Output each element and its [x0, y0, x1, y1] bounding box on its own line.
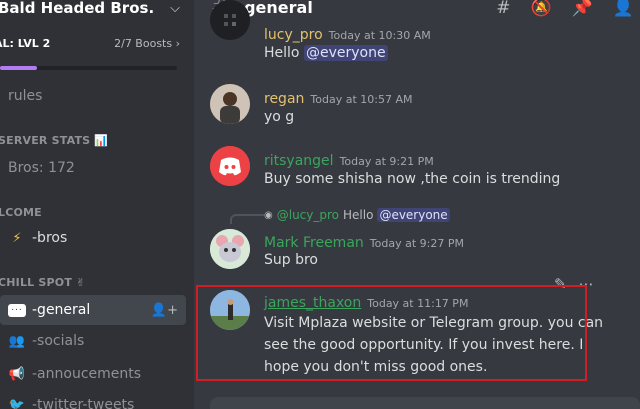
avatar[interactable] [210, 146, 250, 186]
channel-announcements[interactable]: 📢 -annoucements [8, 366, 141, 382]
mention-everyone[interactable]: @everyone [303, 45, 388, 61]
chevron-down-icon[interactable]: ⌵ [170, 1, 180, 16]
channel-general[interactable]: ... -general 👤+ [0, 295, 186, 325]
message-item[interactable]: ◉ @lucy_pro Hello @everyone Mark Freeman… [194, 206, 640, 276]
timestamp: Today at 10:30 AM [328, 29, 431, 42]
reply-avatar-icon: ◉ [264, 209, 273, 221]
author-name[interactable]: lucy_pro [264, 27, 323, 43]
members-icon[interactable]: 👤 [613, 0, 634, 18]
server-header[interactable]: Bald Headed Bros. ⌵ [0, 0, 194, 19]
channel-label: rules [8, 88, 43, 104]
channel-twitter-tweets[interactable]: 🐦 -twitter-tweets [8, 397, 134, 409]
author-name[interactable]: regan [264, 91, 304, 107]
message-content: Hello @everyone [264, 42, 388, 64]
highlight-box [196, 285, 587, 381]
reply-mention[interactable]: @everyone [377, 208, 450, 222]
channel-socials[interactable]: 👥 -socials [8, 333, 84, 349]
category-chill-spot[interactable]: CHILL SPOT ✌ [0, 276, 86, 289]
boost-level: AL: LVL 2 [0, 37, 51, 50]
reply-connector [230, 214, 264, 224]
pin-icon[interactable]: 📌 [572, 0, 593, 18]
speech-bubble-icon: ... [8, 303, 26, 317]
channel-label: -bros [32, 230, 68, 246]
channel-rules[interactable]: rules [8, 88, 42, 104]
author-name[interactable]: ritsyangel [264, 153, 334, 169]
channel-label: Bros: 172 [8, 160, 75, 176]
lightning-icon: ⚡ [12, 230, 22, 246]
channel-sidebar: Bald Headed Bros. ⌵ AL: LVL 2 2/7 Boosts… [0, 0, 194, 409]
boost-progress-fill [0, 66, 38, 70]
message-input[interactable] [210, 397, 640, 409]
message-text: Hello [264, 45, 300, 61]
mute-bell-icon[interactable]: 🔕 [530, 0, 551, 18]
channel-label: -annoucements [32, 366, 142, 382]
timestamp: Today at 9:27 PM [369, 237, 464, 250]
bird-icon: 🐦 [8, 397, 26, 409]
category-welcome[interactable]: LCOME [0, 206, 42, 219]
boost-count: 2/7 Boosts › [114, 37, 180, 50]
channel-header: # -general # 🔕 📌 👤 [194, 0, 640, 20]
boost-progress-row[interactable]: AL: LVL 2 2/7 Boosts › [0, 37, 194, 50]
reply-text: Hello [343, 208, 374, 222]
message-header: lucy_pro Today at 10:30 AM [264, 24, 431, 43]
timestamp: Today at 9:21 PM [339, 155, 434, 168]
avatar[interactable] [210, 0, 250, 40]
message-header: ritsyangel Today at 9:21 PM [264, 150, 434, 169]
add-member-icon[interactable]: 👤+ [151, 303, 178, 318]
avatar[interactable] [210, 229, 250, 269]
channel-label: -twitter-tweets [32, 397, 135, 409]
reply-author[interactable]: @lucy_pro [277, 208, 339, 222]
message-item[interactable]: lucy_pro Today at 10:30 AM Hello @everyon… [194, 0, 640, 65]
avatar[interactable] [210, 84, 250, 124]
channel-bros-count[interactable]: Bros: 172 [8, 160, 75, 176]
channel-label: -socials [32, 333, 85, 349]
megaphone-icon: 📢 [8, 366, 26, 382]
message-item[interactable]: ritsyangel Today at 9:21 PM Buy some shis… [194, 146, 640, 196]
message-text: yo g [264, 109, 295, 125]
message-text: Sup bro [264, 252, 318, 268]
server-name: Bald Headed Bros. [0, 0, 155, 17]
timestamp: Today at 10:57 AM [310, 93, 413, 106]
message-item[interactable]: regan Today at 10:57 AM yo g [194, 84, 640, 134]
header-toolbar: # 🔕 📌 👤 [496, 0, 634, 18]
channel-bros[interactable]: ⚡ -bros [8, 230, 67, 246]
people-icon: 👥 [8, 333, 26, 349]
boost-progress-bar [0, 66, 177, 70]
reply-preview[interactable]: ◉ @lucy_pro Hello @everyone [264, 208, 450, 222]
message-text: Buy some shisha now ,the coin is trendin… [264, 171, 561, 187]
message-header: regan Today at 10:57 AM [264, 88, 412, 107]
category-server-stats[interactable]: SERVER STATS 📊 [0, 134, 108, 147]
threads-icon[interactable]: # [496, 0, 510, 18]
channel-label: -general [32, 302, 91, 318]
